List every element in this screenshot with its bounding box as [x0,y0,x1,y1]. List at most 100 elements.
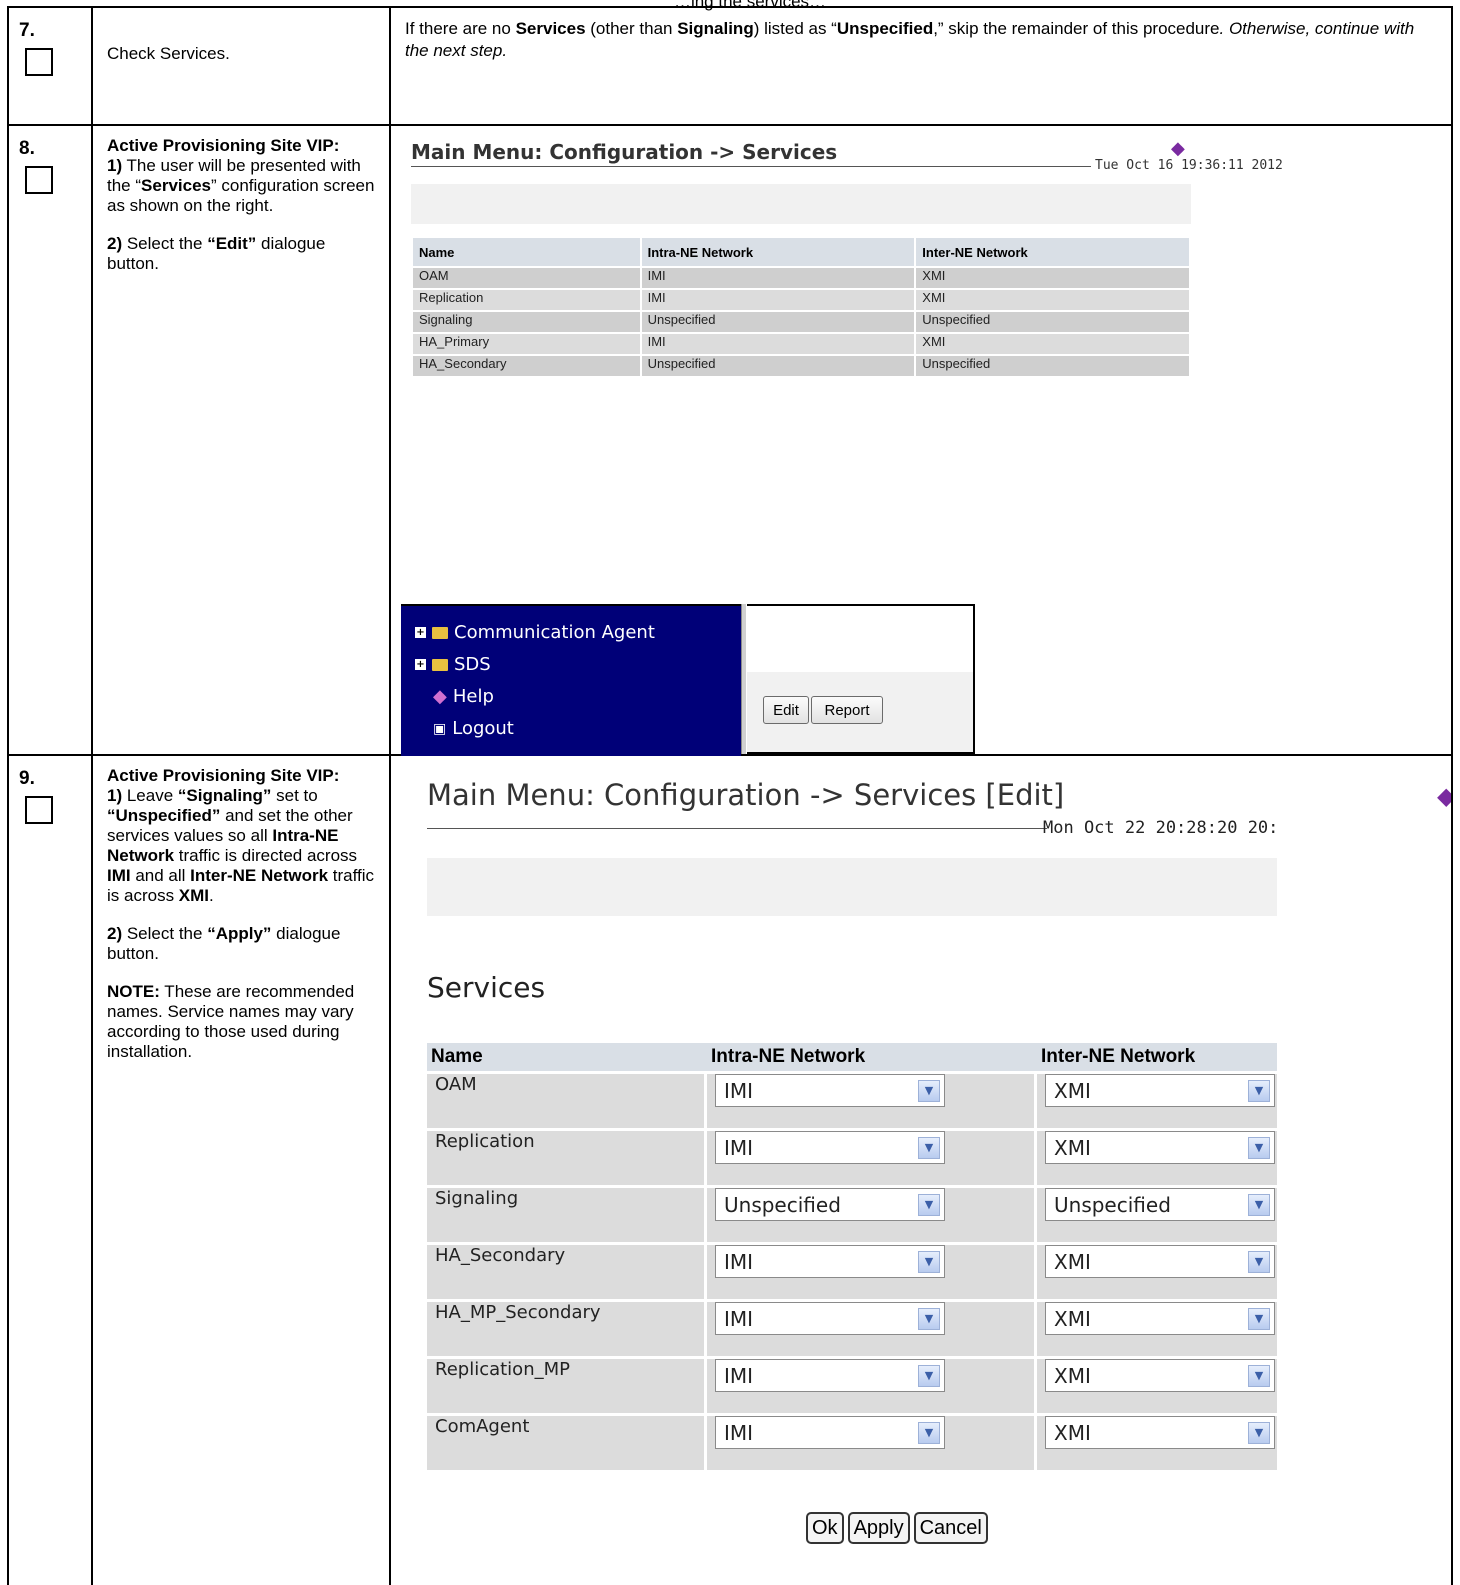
title-divider [427,828,1047,829]
dialog-buttons: Ok Apply Cancel [806,1512,988,1544]
inter-ne-select[interactable]: XMI ▼ [1045,1245,1275,1278]
tree-item-help[interactable]: ◆ Help [433,686,494,707]
inter-ne-select[interactable]: XMI ▼ [1045,1074,1275,1107]
ok-button[interactable]: Ok [806,1512,844,1544]
select-value: Unspecified [1054,1192,1171,1217]
table-row: HA_MP_Secondary IMI ▼ XMI ▼ [427,1302,1277,1356]
intra-ne-select[interactable]: IMI ▼ [715,1074,945,1107]
table-header-row: Name Intra-NE Network Inter-NE Network [413,238,1189,266]
page-title: Main Menu: Configuration -> Services [411,140,838,164]
chevron-down-icon[interactable]: ▼ [918,1421,940,1444]
step-number-cell: 9. [7,754,93,1585]
text: Services [515,19,586,38]
chevron-down-icon[interactable]: ▼ [918,1136,940,1159]
text: “Edit” [207,234,257,253]
tree-item-sds[interactable]: + SDS [415,654,491,675]
main-menu-tree: + Communication Agent + SDS ◆ Help ▣ Log… [401,604,741,756]
chevron-down-icon[interactable]: ▼ [1248,1421,1270,1444]
table-row[interactable]: HA_Secondary Unspecified Unspecified [413,356,1189,376]
chevron-down-icon[interactable]: ▼ [1248,1307,1270,1330]
timestamp: Tue Oct 16 19:36:11 2012 [1091,158,1283,173]
timestamp: Mon Oct 22 20:28:20 20: [1043,818,1279,838]
cancel-button[interactable]: Cancel [913,1512,988,1544]
pane-splitter[interactable] [741,604,746,754]
cell: HA_Secondary [413,356,640,376]
chevron-down-icon[interactable]: ▼ [918,1364,940,1387]
service-name: Replication_MP [427,1359,707,1413]
apply-button[interactable]: Apply [847,1512,910,1544]
tree-item-logout[interactable]: ▣ Logout [433,718,514,739]
text: 2) [107,234,123,253]
services-edit-table: Name Intra-NE Network Inter-NE Network O… [427,1040,1277,1473]
expand-icon[interactable]: + [415,627,426,638]
intra-ne-select[interactable]: Unspecified ▼ [715,1188,945,1221]
text: Inter-NE Network [190,866,329,885]
services-edit-screenshot: Main Menu: Configuration -> Services [Ed… [391,756,1451,1582]
intra-ne-select[interactable]: IMI ▼ [715,1359,945,1392]
page-title: Main Menu: Configuration -> Services [Ed… [427,778,1065,812]
chevron-down-icon[interactable]: ▼ [1248,1193,1270,1216]
select-value: IMI [724,1078,754,1103]
step-title: Check Services. [107,44,230,63]
chevron-down-icon[interactable]: ▼ [918,1193,940,1216]
cell: XMI [916,290,1189,310]
text: XMI [178,886,210,905]
step-checkbox[interactable] [25,796,53,824]
step-9-row: 9. Active Provisioning Site VIP: 1) Leav… [7,754,1453,1585]
select-value: XMI [1054,1306,1091,1331]
select-value: XMI [1054,1249,1091,1274]
text: traffic is directed across [174,846,358,865]
table-row: HA_Secondary IMI ▼ XMI ▼ [427,1245,1277,1299]
cell: OAM [413,268,640,288]
inter-ne-select[interactable]: Unspecified ▼ [1045,1188,1275,1221]
chevron-down-icon[interactable]: ▼ [1248,1136,1270,1159]
report-button[interactable]: Report [811,696,883,724]
table-row[interactable]: Signaling Unspecified Unspecified [413,312,1189,332]
step-7-row: 7. Check Services. If there are no Servi… [7,6,1453,126]
cell: Unspecified [641,356,915,376]
intra-ne-select[interactable]: IMI ▼ [715,1302,945,1335]
cell: Unspecified [916,312,1189,332]
chevron-down-icon[interactable]: ▼ [918,1307,940,1330]
select-value: XMI [1054,1363,1091,1388]
tree-item-communication-agent[interactable]: + Communication Agent [415,622,655,643]
logout-icon: ▣ [433,720,447,737]
chevron-down-icon[interactable]: ▼ [918,1250,940,1273]
text: Leave [122,786,178,805]
table-row: ComAgent IMI ▼ XMI ▼ [427,1416,1277,1470]
inter-ne-select[interactable]: XMI ▼ [1045,1302,1275,1335]
edit-button[interactable]: Edit [763,696,809,724]
chevron-down-icon[interactable]: ▼ [918,1079,940,1102]
step-number-cell: 8. [7,124,93,756]
text: ) listed as “ [753,19,837,38]
table-row[interactable]: Replication IMI XMI [413,290,1189,310]
select-value: IMI [724,1306,754,1331]
intra-ne-select[interactable]: IMI ▼ [715,1131,945,1164]
help-book-icon[interactable]: ◆ [1437,782,1451,811]
text: ,” skip the remainder of this procedure [933,19,1220,38]
expand-icon[interactable]: + [415,659,426,670]
service-name: Replication [427,1131,707,1185]
service-name: ComAgent [427,1416,707,1470]
text: Signaling [677,19,754,38]
table-row[interactable]: OAM IMI XMI [413,268,1189,288]
intra-ne-select[interactable]: IMI ▼ [715,1245,945,1278]
chevron-down-icon[interactable]: ▼ [1248,1250,1270,1273]
inter-ne-select[interactable]: XMI ▼ [1045,1416,1275,1449]
text: . [209,886,214,905]
title-divider [411,166,1091,167]
step-checkbox[interactable] [25,166,53,194]
inter-ne-select[interactable]: XMI ▼ [1045,1359,1275,1392]
chevron-down-icon[interactable]: ▼ [1248,1364,1270,1387]
step-checkbox[interactable] [25,48,53,76]
chevron-down-icon[interactable]: ▼ [1248,1079,1270,1102]
text: If there are no [405,19,516,38]
intra-ne-select[interactable]: IMI ▼ [715,1416,945,1449]
select-value: IMI [724,1420,754,1445]
inter-ne-select[interactable]: XMI ▼ [1045,1131,1275,1164]
text: 2) [107,924,123,943]
section-heading: Services [427,971,546,1004]
help-book-icon[interactable]: ◆ [1171,138,1185,159]
table-row[interactable]: HA_Primary IMI XMI [413,334,1189,354]
cell: Signaling [413,312,640,332]
